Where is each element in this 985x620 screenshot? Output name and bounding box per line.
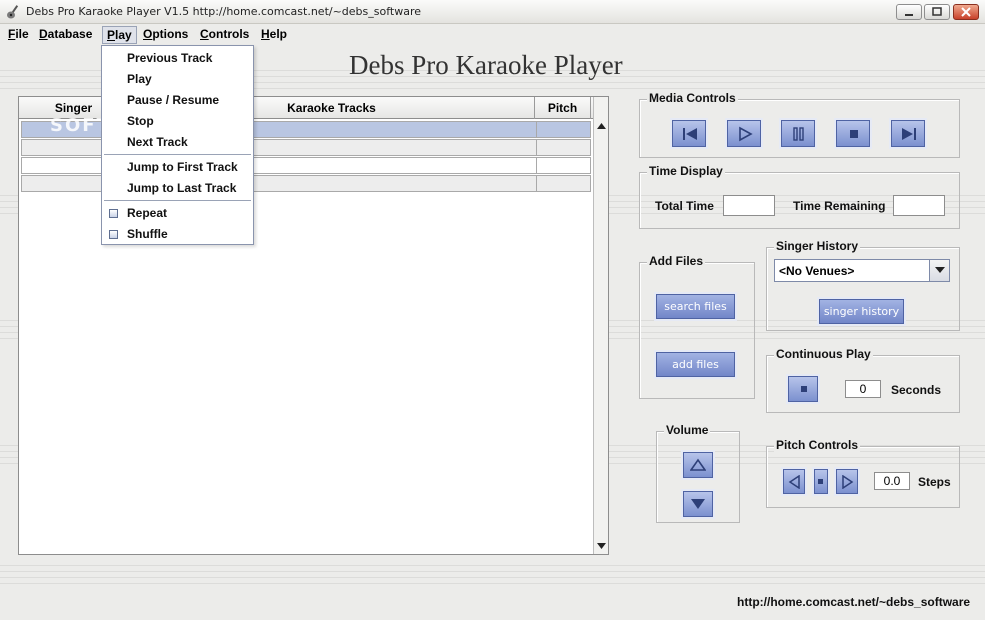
add-files-title: Add Files — [647, 254, 706, 268]
menu-options[interactable]: Options — [139, 26, 192, 44]
table-scrollbar[interactable] — [593, 97, 608, 554]
previous-track-button[interactable] — [672, 120, 706, 147]
close-icon — [961, 7, 971, 17]
scroll-down-button[interactable] — [594, 539, 609, 554]
footer-url[interactable]: http://home.comcast.net/~debs_software — [737, 595, 970, 609]
minimize-icon — [905, 14, 913, 16]
menu-play[interactable]: Play — [102, 26, 137, 44]
pitch-down-button[interactable] — [783, 469, 805, 494]
time-remaining-field[interactable] — [893, 195, 945, 216]
app-heading: Debs Pro Karaoke Player — [349, 50, 623, 80]
app-guitar-icon — [7, 5, 19, 19]
menu-database[interactable]: Database — [35, 26, 96, 44]
menu-file[interactable]: File — [4, 26, 33, 44]
total-time-field[interactable] — [723, 195, 775, 216]
time-display-title: Time Display — [647, 164, 725, 178]
menu-play-item[interactable]: Play — [102, 69, 253, 89]
toggle-square-icon — [801, 386, 807, 392]
reset-square-icon — [818, 479, 823, 484]
seconds-label: Seconds — [891, 383, 942, 397]
close-button[interactable] — [953, 4, 979, 20]
add-files-panel: Add Files — [639, 254, 755, 399]
singer-history-button[interactable]: singer history — [819, 299, 904, 324]
menu-separator — [104, 200, 251, 201]
stop-button[interactable] — [836, 120, 870, 147]
pitch-up-button[interactable] — [836, 469, 858, 494]
arrow-up-icon — [597, 123, 606, 129]
minimize-button[interactable] — [896, 4, 922, 20]
continuous-play-toggle[interactable] — [788, 376, 818, 402]
maximize-button[interactable] — [924, 4, 950, 20]
add-files-button[interactable]: add files — [656, 352, 735, 377]
menu-previous-track[interactable]: Previous Track — [102, 48, 253, 68]
column-pitch[interactable]: Pitch — [535, 97, 591, 119]
title-bar: Debs Pro Karaoke Player V1.5 http://home… — [0, 0, 985, 24]
stop-icon — [850, 130, 858, 138]
total-time-label: Total Time — [655, 199, 714, 213]
window-title: Debs Pro Karaoke Player V1.5 http://home… — [26, 5, 422, 18]
menu-bar: File Database Play Options Controls Help — [0, 24, 985, 45]
scroll-up-button[interactable] — [594, 119, 609, 134]
pause-button[interactable] — [781, 120, 815, 147]
arrow-up-icon — [690, 458, 706, 471]
menu-pause-resume[interactable]: Pause / Resume — [102, 90, 253, 110]
pitch-steps-field[interactable]: 0.0 — [874, 472, 910, 490]
media-controls-title: Media Controls — [647, 91, 738, 105]
play-icon — [739, 126, 753, 142]
venue-select[interactable]: <No Venues> — [774, 259, 950, 282]
maximize-icon — [932, 7, 942, 16]
menu-jump-last[interactable]: Jump to Last Track — [102, 178, 253, 198]
menu-separator — [104, 154, 251, 155]
menu-shuffle[interactable]: Shuffle — [102, 224, 253, 244]
continuous-play-title: Continuous Play — [774, 347, 873, 361]
menu-stop[interactable]: Stop — [102, 111, 253, 131]
arrow-down-icon — [691, 499, 705, 509]
volume-up-button[interactable] — [683, 452, 713, 478]
continuous-play-seconds-field[interactable]: 0 — [845, 380, 881, 398]
menu-jump-first[interactable]: Jump to First Track — [102, 157, 253, 177]
search-files-button[interactable]: search files — [656, 294, 735, 319]
volume-down-button[interactable] — [683, 491, 713, 517]
next-track-button[interactable] — [891, 120, 925, 147]
menu-repeat[interactable]: Repeat — [102, 203, 253, 223]
menu-controls[interactable]: Controls — [196, 26, 253, 44]
checkbox-icon — [109, 230, 118, 239]
chevron-down-icon[interactable] — [929, 260, 949, 281]
volume-title: Volume — [664, 423, 711, 437]
menu-next-track[interactable]: Next Track — [102, 132, 253, 152]
steps-label: Steps — [918, 475, 951, 489]
arrow-down-icon — [597, 543, 606, 549]
pitch-controls-title: Pitch Controls — [774, 438, 861, 452]
checkbox-icon — [109, 209, 118, 218]
time-remaining-label: Time Remaining — [793, 199, 886, 213]
arrow-right-icon — [842, 475, 854, 489]
arrow-left-icon — [788, 475, 800, 489]
singer-history-title: Singer History — [774, 239, 861, 253]
play-menu-dropdown: Previous Track Play Pause / Resume Stop … — [101, 45, 254, 245]
venue-select-value: <No Venues> — [779, 264, 855, 278]
next-icon — [902, 128, 916, 140]
pause-icon — [793, 127, 804, 141]
menu-help[interactable]: Help — [257, 26, 291, 44]
play-button[interactable] — [727, 120, 761, 147]
previous-icon — [683, 128, 697, 140]
pitch-reset-button[interactable] — [814, 469, 828, 494]
